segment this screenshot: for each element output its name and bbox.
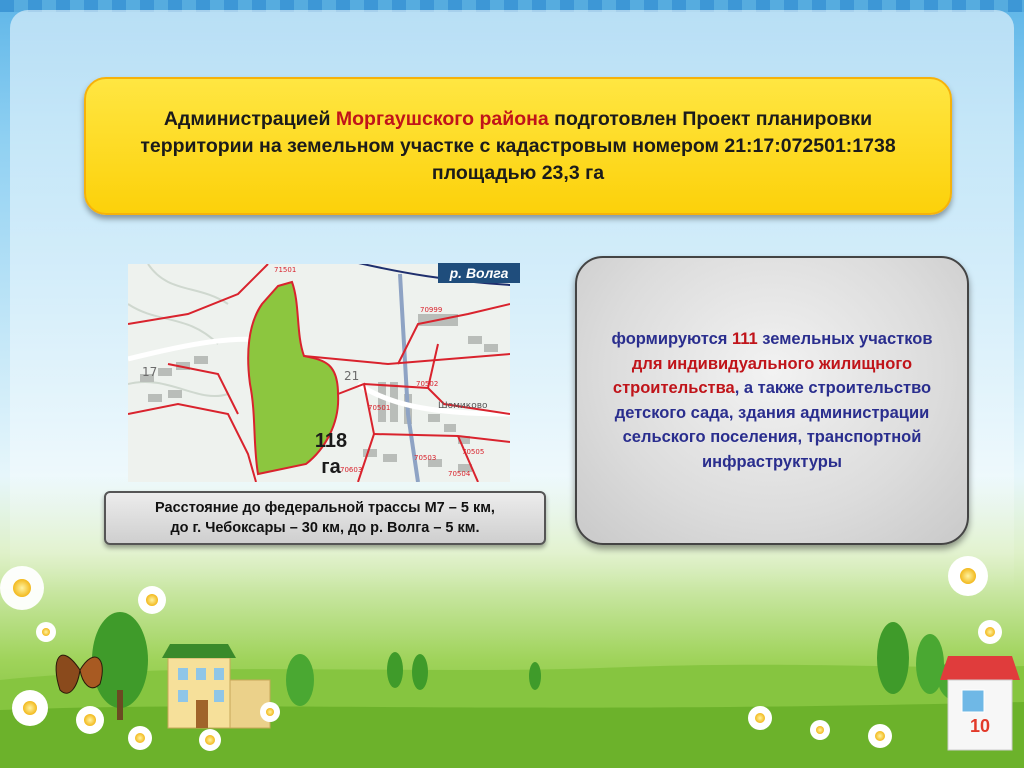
house-left xyxy=(162,644,271,729)
distance-line1: Расстояние до федеральной трассы М7 – 5 … xyxy=(155,500,495,516)
map-label-8: 70503 xyxy=(414,454,436,462)
title-text: Администрацией Моргаушского района подго… xyxy=(86,106,950,187)
river-volga-label: р. Волга xyxy=(438,263,520,283)
distance-text: Расстояние до федеральной трассы М7 – 5 … xyxy=(155,498,495,538)
map-label-1: 71501 xyxy=(274,266,296,274)
title-highlight: Моргаушского района xyxy=(335,107,549,130)
area-label: 118 га xyxy=(308,428,354,480)
info-t3: земельных участков xyxy=(757,330,933,348)
map-label-2: 70999 xyxy=(420,306,442,314)
distance-line2: до г. Чебоксары – 30 км, до р. Волга – 5… xyxy=(170,520,480,536)
page-number: 10 xyxy=(969,716,991,736)
meadow-scene xyxy=(0,556,1024,768)
info-t1: формируются xyxy=(611,330,732,348)
map-label-9: 70505 xyxy=(462,448,484,456)
map-label-6: 70501 xyxy=(368,404,390,412)
map-label-10: 70504 xyxy=(448,470,471,478)
area-number: 118 xyxy=(314,430,348,452)
area-unit: га xyxy=(321,456,341,478)
map-label-5: 70502 xyxy=(416,380,438,388)
map-label-3: 17 xyxy=(142,365,157,379)
title-box: Администрацией Моргаушского района подго… xyxy=(84,77,952,215)
title-part1: Администрацией xyxy=(163,107,336,130)
map-label-4: 21 xyxy=(344,369,359,383)
map-label-7: Шомиково xyxy=(438,401,488,411)
info-text: формируются 111 земельных участков для и… xyxy=(577,327,967,474)
info-count: 111 xyxy=(731,330,758,348)
distance-box: Расстояние до федеральной трассы М7 – 5 … xyxy=(104,491,546,545)
info-box: формируются 111 земельных участков для и… xyxy=(575,256,969,545)
